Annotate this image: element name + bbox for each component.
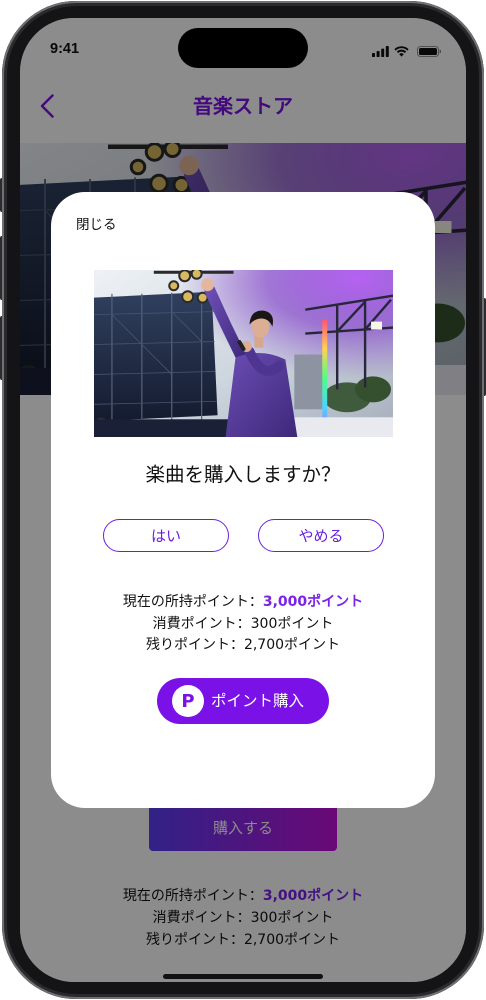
- close-button[interactable]: 閉じる: [76, 217, 117, 234]
- buy-points-button[interactable]: P ポイント購入: [157, 678, 329, 724]
- buy-points-label: ポイント購入: [211, 692, 305, 710]
- point-coin-icon: P: [172, 685, 204, 717]
- current-points-value: 3,000ポイント: [262, 594, 364, 610]
- purchase-confirm-modal: 閉じる 楽曲を購入しますか？ はい やめる 現在の所持ポイント：3,000ポイン…: [51, 192, 435, 808]
- confirm-question: 楽曲を購入しますか？: [145, 463, 341, 486]
- phone-frame: 9:41 音楽ストア 購入する 現在の所持ポイント：3,000ポイント 消費ポイ…: [2, 1, 484, 999]
- spent-points-line: 消費ポイント：300ポイント: [152, 615, 334, 632]
- cancel-button[interactable]: やめる: [258, 519, 384, 552]
- modal-points-summary: 現在の所持ポイント：3,000ポイント 消費ポイント：300ポイント 残りポイン…: [51, 592, 435, 657]
- current-points-label: 現在の所持ポイント：: [122, 594, 263, 610]
- screen: 9:41 音楽ストア 購入する 現在の所持ポイント：3,000ポイント 消費ポイ…: [20, 18, 466, 982]
- current-points-line: 現在の所持ポイント：3,000ポイント: [51, 592, 435, 614]
- home-indicator: [163, 974, 323, 979]
- yes-button[interactable]: はい: [103, 519, 229, 552]
- remaining-points-line: 残りポイント：2,700ポイント: [145, 637, 341, 653]
- modal-concert-photo: [94, 270, 393, 437]
